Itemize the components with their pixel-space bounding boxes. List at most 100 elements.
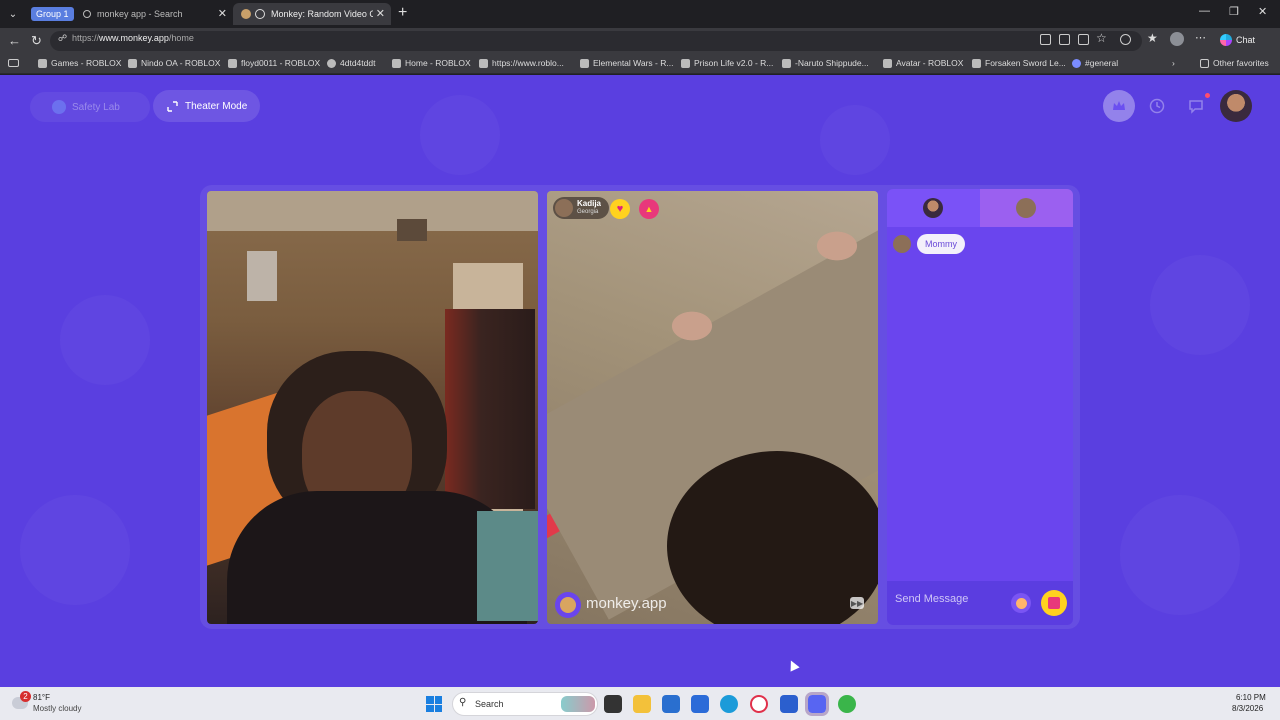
bookmark-item[interactable]: Games - ROBLOX <box>38 58 121 68</box>
close-tab-icon[interactable]: ✕ <box>376 7 385 20</box>
weather-badge: 2 <box>20 691 31 702</box>
theater-mode-label: Theater Mode <box>185 100 248 112</box>
tab-peer-chat[interactable] <box>980 189 1073 227</box>
opera-icon[interactable] <box>750 695 768 713</box>
store-icon[interactable] <box>662 695 680 713</box>
windows-taskbar: 2 81°F Mostly cloudy ⚲ Search 6:10 PM 8/… <box>0 687 1280 720</box>
bookmark-item[interactable]: 4dtd4tddt <box>327 58 375 68</box>
url-text[interactable]: https://www.monkey.app/home <box>72 33 194 43</box>
url-prefix: https:// <box>72 33 100 43</box>
globe-icon <box>327 58 336 68</box>
clock-date[interactable]: 8/3/2026 <box>1232 704 1263 713</box>
media-playing-icon[interactable] <box>255 9 265 19</box>
close-tab-icon[interactable]: ✕ <box>218 7 227 20</box>
folder-icon <box>1200 58 1209 68</box>
tab-actions-chevron-icon[interactable]: ⌄ <box>4 5 22 23</box>
favorites-icon[interactable]: ★ <box>1147 31 1158 45</box>
bookmark-item[interactable]: Prison Life v2.0 - R... <box>681 58 773 68</box>
restore-icon[interactable]: ❐ <box>1229 5 1239 18</box>
site-info-icon[interactable]: ☍ <box>58 33 67 44</box>
minimize-icon[interactable]: — <box>1199 5 1210 17</box>
discord-app-icon[interactable] <box>805 692 829 716</box>
theater-mode-button[interactable]: Theater Mode <box>153 90 260 122</box>
monkey-logo-icon <box>555 592 581 618</box>
more-menu-icon[interactable]: ⋯ <box>1195 31 1206 44</box>
safety-lab-label: Safety Lab <box>72 101 120 113</box>
read-aloud-icon[interactable] <box>1078 34 1089 45</box>
address-field[interactable] <box>50 31 1142 51</box>
peer-info-badge[interactable]: Kadija Georgia <box>553 197 609 219</box>
bookmark-item[interactable]: Elemental Wars - R... <box>580 58 673 68</box>
flower-decoration <box>657 301 727 351</box>
bookmark-item[interactable]: https://www.roblo... <box>479 58 564 68</box>
roblox-app-icon[interactable] <box>780 695 798 713</box>
new-tab-plus-icon[interactable]: + <box>398 4 407 22</box>
safety-lab-button[interactable]: Safety Lab <box>30 92 150 122</box>
extensions-icon[interactable] <box>1120 34 1131 45</box>
roblox-icon <box>228 58 237 68</box>
tab-search[interactable]: monkey app - Search ✕ <box>75 3 233 25</box>
messages-button[interactable] <box>1180 90 1212 122</box>
bookmark-label: #general <box>1085 58 1119 68</box>
history-button[interactable] <box>1141 90 1173 122</box>
search-label: Search <box>475 699 504 709</box>
app-available-icon[interactable] <box>1059 34 1070 45</box>
gift-icon <box>1048 597 1060 609</box>
bookmark-item[interactable]: floyd0011 - ROBLOX <box>228 58 320 68</box>
bookmark-item[interactable]: -Naruto Shippude... <box>782 58 869 68</box>
tab-monkey[interactable]: Monkey: Random Video Chat ✕ <box>233 3 391 25</box>
roblox-icon <box>580 58 589 68</box>
bookmarks-overflow-chevron-icon[interactable]: › <box>1172 58 1175 68</box>
windows-start-icon[interactable] <box>426 696 442 712</box>
edge-icon[interactable] <box>720 695 738 713</box>
back-arrow-icon[interactable]: ← <box>8 33 21 48</box>
bookmark-label: 4dtd4tddt <box>340 58 376 68</box>
crown-shop-button[interactable] <box>1103 90 1135 122</box>
tab-group-chip[interactable]: Group 1 <box>31 7 74 21</box>
split-screen-icon[interactable] <box>8 59 19 67</box>
self-avatar <box>923 198 943 218</box>
bookmark-item[interactable]: Avatar - ROBLOX <box>883 58 963 68</box>
monkey-page: Safety Lab Theater Mode Kadija Georgia ♥… <box>0 75 1280 687</box>
background-blob <box>20 495 130 605</box>
send-message-input[interactable]: Send Message <box>895 593 968 605</box>
bookmark-item[interactable]: Nindo OA - ROBLOX <box>128 58 220 68</box>
bookmark-label: Forsaken Sword Le... <box>985 58 1066 68</box>
bookmark-item[interactable]: Forsaken Sword Le... <box>972 58 1066 68</box>
outlook-icon[interactable] <box>691 695 709 713</box>
tab-title: monkey app - Search <box>97 9 183 19</box>
clock-time[interactable]: 6:10 PM <box>1236 693 1266 702</box>
roblox-icon <box>479 58 488 68</box>
bookmark-label: Home - ROBLOX <box>405 58 471 68</box>
bookmark-label: floyd0011 - ROBLOX <box>241 58 321 68</box>
roblox-icon <box>883 58 892 68</box>
file-explorer-icon[interactable] <box>633 695 651 713</box>
hanging-clothes <box>445 309 535 509</box>
bookmark-item[interactable]: Home - ROBLOX <box>392 58 471 68</box>
tab-self-chat[interactable] <box>887 189 980 227</box>
skip-forward-icon[interactable]: ▶▶ <box>850 597 864 609</box>
monkey-favicon-icon <box>241 9 251 19</box>
bookmark-label: Avatar - ROBLOX <box>896 58 964 68</box>
heart-icon[interactable]: ♥ <box>610 199 630 219</box>
gift-badge-icon[interactable]: ▲ <box>639 199 659 219</box>
copilot-chat-button[interactable]: Chat <box>1214 31 1264 49</box>
reload-icon[interactable]: ↻ <box>31 33 42 49</box>
camera-icon[interactable] <box>1040 34 1051 45</box>
notification-dot <box>1205 93 1210 98</box>
android-app-icon[interactable] <box>838 695 856 713</box>
chat-bubble-icon <box>1189 100 1203 114</box>
gift-button[interactable] <box>1041 590 1067 616</box>
profile-avatar[interactable] <box>1170 32 1184 46</box>
copilot-icon <box>1220 34 1232 46</box>
other-favorites-folder[interactable]: Other favorites <box>1200 58 1269 68</box>
bookmark-item[interactable]: #general <box>1072 58 1118 68</box>
taskbar-search-box[interactable]: ⚲ Search <box>452 692 598 716</box>
task-view-icon[interactable] <box>604 695 622 713</box>
user-avatar[interactable] <box>1220 90 1252 122</box>
self-video-feed <box>207 191 538 624</box>
close-window-icon[interactable]: ✕ <box>1258 5 1267 18</box>
favorite-star-icon[interactable]: ☆ <box>1096 31 1107 45</box>
background-blob <box>1150 255 1250 355</box>
emoji-button[interactable] <box>1011 593 1031 613</box>
